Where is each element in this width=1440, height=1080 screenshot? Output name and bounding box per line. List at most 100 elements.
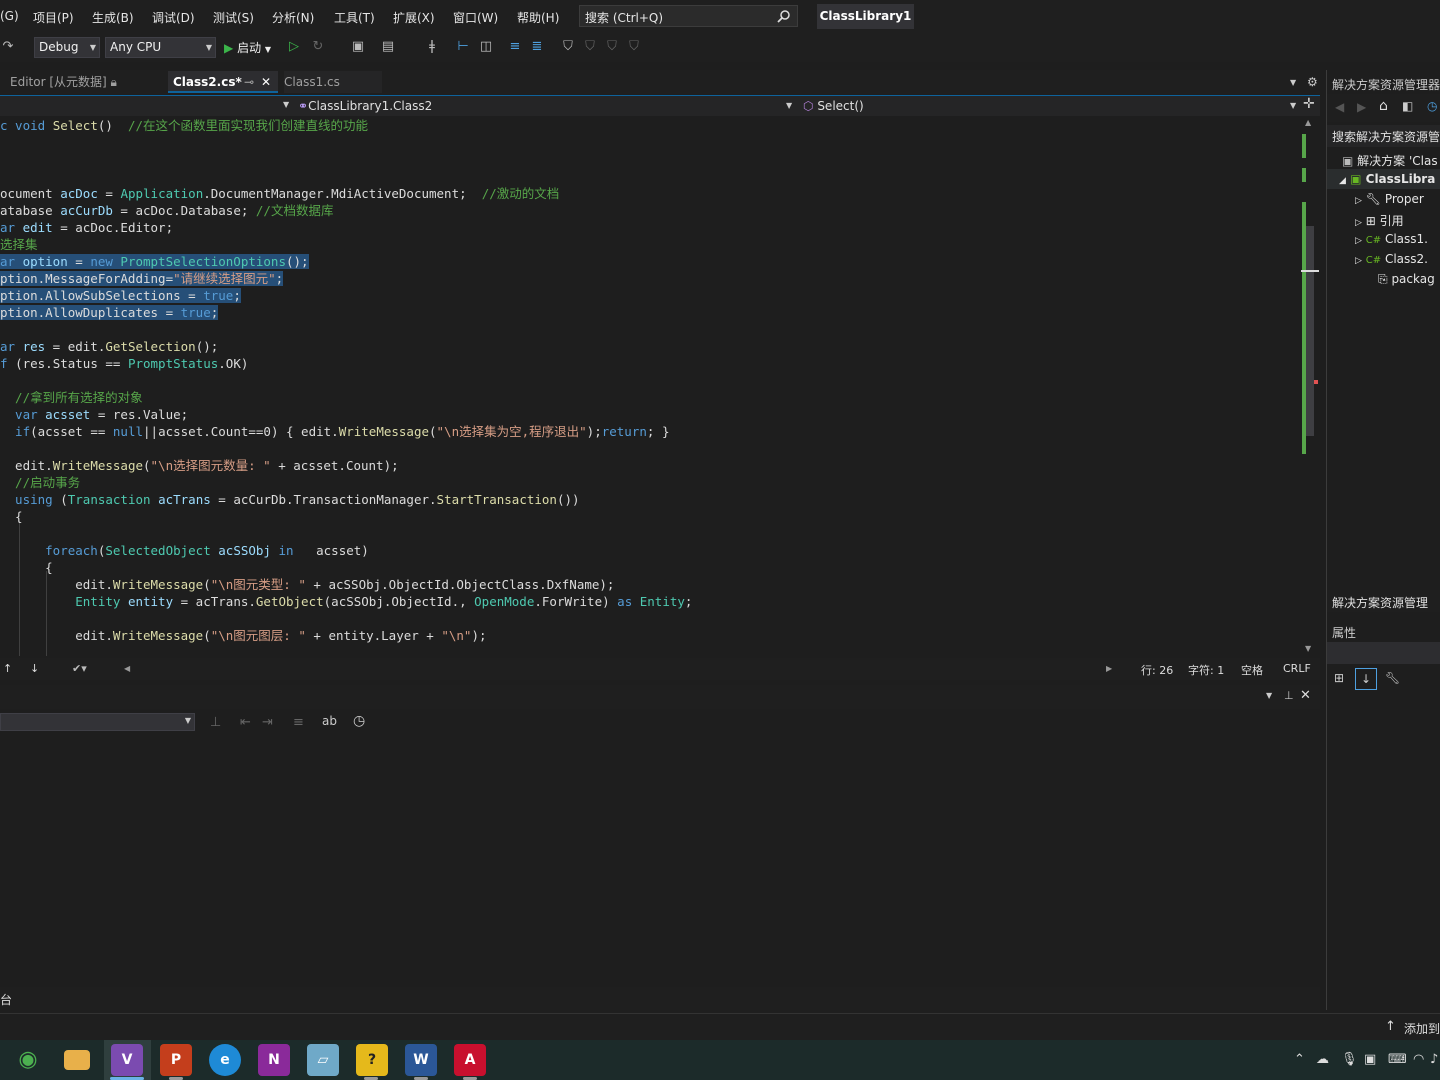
tree-item-references[interactable]: ▷ ⊞ 引用 [1355,212,1404,229]
menu-item-window[interactable]: 窗口(W) [453,9,498,26]
start-button[interactable]: ▶ 启动 ▼ [224,39,271,55]
folder-icon[interactable]: ▣ [350,39,366,55]
cloud-icon[interactable]: ☁ [1316,1052,1329,1067]
next-message-icon[interactable]: ⇥ [262,715,273,730]
window-layout-icon[interactable]: ▤ [380,39,396,55]
step-icon[interactable]: ⊢ [455,39,471,55]
file-explorer-icon[interactable] [64,1050,90,1070]
forward-icon[interactable]: ▶ [1357,100,1366,114]
add-to-source-control[interactable]: 添加到 [1404,1020,1440,1037]
output-source-select[interactable]: ▼ [0,713,195,731]
whitespace-indicator[interactable]: 空格 [1241,662,1263,678]
platform-select[interactable]: Any CPU ▼ [105,37,216,58]
volume-icon[interactable]: ♪ [1430,1052,1438,1067]
find-icon[interactable]: ⊥ [210,715,221,730]
powerpoint-icon[interactable]: P [160,1044,192,1076]
prev-message-icon[interactable]: ⇤ [240,715,251,730]
solution-explorer-tab[interactable]: 解决方案资源管理 [1327,590,1440,612]
tree-item-packages[interactable]: ⎘ packag [1378,272,1435,287]
scroll-up-icon[interactable]: ▲ [1305,118,1311,127]
tab-class2[interactable]: Class2.cs* ⊸ ✕ [168,71,278,93]
tab-class1[interactable]: Class1.cs [284,71,382,93]
menu-item-build[interactable]: 生成(B) [92,9,134,26]
menu-item-debug[interactable]: 调试(D) [152,9,195,26]
chevron-down-icon[interactable]: ▼ [1266,691,1272,700]
tree-item-project[interactable]: ◢ ▣ ClassLibra [1339,172,1435,186]
menu-item-analyze[interactable]: 分析(N) [272,9,314,26]
split-icon[interactable]: ◫ [478,39,494,55]
arrow-down-icon[interactable]: ↓ [30,662,39,675]
bookmark-icon[interactable]: ⛉ [560,39,576,55]
pin-icon[interactable]: ⊸ [244,71,254,93]
line-indicator[interactable]: 行: 26 [1141,662,1173,678]
tab-list-chevron-icon[interactable]: ▼ [1290,78,1296,87]
arrow-up-icon[interactable]: ↑ [3,662,12,675]
bookmark-next-icon[interactable]: ⛉ [604,39,620,55]
browser-360-icon[interactable]: ◉ [12,1044,44,1076]
tray-chevron-icon[interactable]: ⌃ [1294,1052,1305,1067]
menu-item-test[interactable]: 测试(S) [213,9,254,26]
tree-item-properties[interactable]: ▷ 🔧︎ Proper [1355,192,1424,206]
wifi-icon[interactable]: ◠ [1413,1052,1424,1067]
code-cleanup-icon[interactable]: ✔▾ [72,662,87,675]
close-icon[interactable]: ✕ [261,71,271,93]
console-tab[interactable]: 台 [0,991,12,1008]
sync-icon[interactable]: ◷ [1427,99,1437,113]
notepad-icon[interactable]: ▱ [307,1044,339,1076]
tree-item-class1[interactable]: ▷ C# Class1. [1355,232,1428,246]
config-select[interactable]: Debug ▼ [34,37,100,58]
home-icon[interactable]: ⌂ [1379,98,1388,114]
word-icon[interactable]: W [405,1044,437,1076]
solution-search-input[interactable]: 搜索解决方案资源管 [1327,125,1440,147]
member-combo[interactable]: ⬡ Select() ▼ [803,97,1298,115]
switch-view-icon[interactable]: ◧ [1402,99,1413,113]
editor-vertical-scrollbar[interactable]: ▲ ▼ [1300,116,1320,656]
keyboard-icon[interactable]: ⌨ [1388,1052,1407,1067]
hot-reload-icon[interactable]: ↻ [310,39,326,55]
wrench-icon[interactable]: 🔧︎ [1385,671,1400,685]
eol-indicator[interactable]: CRLF [1283,662,1311,675]
char-indicator[interactable]: 字符: 1 [1188,662,1224,678]
close-icon[interactable]: ✕ [1300,688,1311,703]
type-combo[interactable]: ⚭ClassLibrary1.Class2 ▼ [298,97,798,115]
menu-item-project[interactable]: 项目(P) [33,9,74,26]
back-icon[interactable]: ◀ [1335,100,1344,114]
scroll-thumb[interactable] [1306,226,1314,436]
categorized-icon[interactable]: ⊞ [1334,671,1344,685]
clear-all-icon[interactable]: ≡ [293,715,304,730]
menu-item-tools[interactable]: 工具(T) [334,9,375,26]
menu-item-git[interactable]: (G) [0,9,19,23]
bookmark-prev-icon[interactable]: ⛉ [582,39,598,55]
code-editor[interactable]: c void Select() //在这个函数里面实现我们创建直线的功能 ocum… [0,116,1300,656]
bookmark-clear-icon[interactable]: ⛉ [626,39,642,55]
search-input[interactable]: 搜索 (Ctrl+Q) [579,5,798,27]
redo-icon[interactable]: ↷ [0,39,16,55]
tree-item-solution[interactable]: ▣ 解决方案 'Clas [1342,152,1438,169]
scroll-left-icon[interactable]: ◀ [124,664,130,673]
menu-item-help[interactable]: 帮助(H) [517,9,559,26]
output-panel[interactable] [0,685,1320,988]
split-editor-icon[interactable]: ✛ [1303,96,1315,112]
indent-icon[interactable]: ≡ [507,39,523,55]
source-control-arrow-icon[interactable]: ↑ [1385,1019,1396,1034]
help-tool-icon[interactable]: ? [356,1044,388,1076]
gear-icon[interactable]: ⚙ [1307,75,1318,89]
menu-item-extensions[interactable]: 扩展(X) [393,9,435,26]
format-icon[interactable]: ǂ [424,39,440,55]
clock-icon[interactable]: ◷ [353,713,365,729]
edge-icon[interactable]: e [209,1044,241,1076]
onenote-like-icon[interactable]: N [258,1044,290,1076]
alphabetical-icon[interactable]: ↓ [1355,668,1377,690]
scroll-right-icon[interactable]: ▶ [1106,664,1112,673]
microphone-icon[interactable]: 🎙︎ [1341,1052,1358,1067]
scroll-down-icon[interactable]: ▼ [1305,644,1311,653]
display-icon[interactable]: ▣ [1364,1052,1376,1067]
word-wrap-icon[interactable]: ab [322,714,337,728]
chevron-down-icon[interactable]: ▼ [283,100,289,109]
start-without-debug-icon[interactable]: ▷ [286,39,302,55]
autocad-icon[interactable]: A [454,1044,486,1076]
properties-object-select[interactable] [1327,642,1440,664]
tab-editor-metadata[interactable]: Editor [从元数据] 🔒︎ [10,71,117,93]
tree-item-class2[interactable]: ▷ C# Class2. [1355,252,1428,266]
pin-icon[interactable]: ⊥ [1284,689,1294,702]
